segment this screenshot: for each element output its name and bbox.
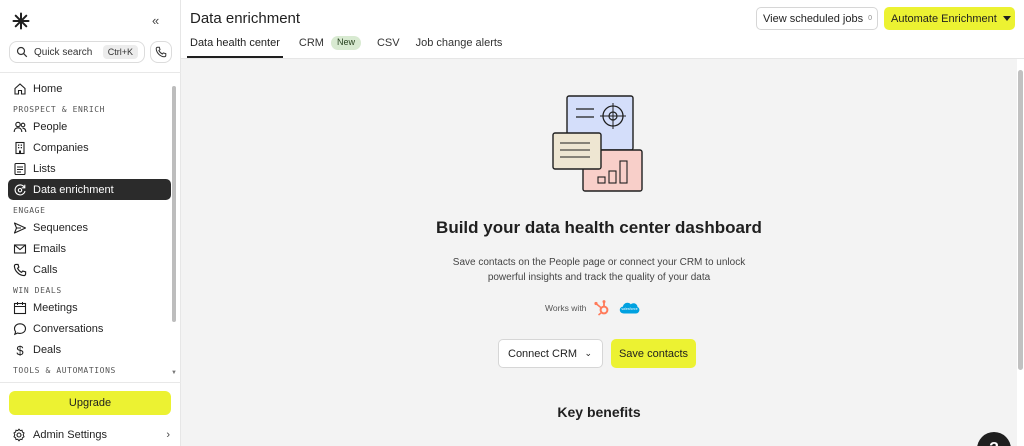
shortcut-badge: Ctrl+K	[102, 45, 138, 59]
tab-job-change-alerts[interactable]: Job change alerts	[416, 37, 503, 58]
view-scheduled-jobs-button[interactable]: View scheduled jobs 0	[756, 7, 878, 30]
tab-label: Data health center	[190, 37, 280, 49]
sidebar-item-meetings[interactable]: Meetings	[8, 297, 171, 318]
tab-csv[interactable]: CSV	[377, 37, 400, 58]
tab-label: Job change alerts	[415, 37, 503, 49]
sidebar-item-companies[interactable]: Companies	[8, 137, 171, 158]
help-icon: ?	[989, 440, 999, 446]
list-icon	[13, 162, 27, 176]
sidebar-item-label: Home	[33, 82, 63, 95]
collapse-sidebar-icon[interactable]: «	[152, 13, 159, 28]
scroll-down-arrow-icon[interactable]: ▼	[171, 370, 177, 376]
main-area: Data enrichment Data health center CRM Ne…	[181, 0, 1024, 446]
automate-enrichment-button[interactable]: Automate Enrichment	[884, 7, 1015, 30]
calendar-icon	[13, 301, 27, 315]
works-with-label: Works with	[545, 303, 587, 313]
gear-icon	[13, 428, 25, 442]
key-benefits-heading: Key benefits	[557, 404, 641, 420]
caret-down-icon	[1002, 16, 1011, 21]
phone-icon	[13, 263, 27, 277]
automate-enrichment-label: Automate Enrichment	[891, 12, 997, 25]
divider	[0, 72, 181, 73]
empty-state-description: Save contacts on the People page or conn…	[452, 257, 746, 283]
sidebar-item-sequences[interactable]: Sequences	[8, 217, 171, 238]
dialer-button[interactable]	[150, 41, 172, 63]
tab-bar: Data health center CRM New CSV Job change…	[187, 36, 518, 58]
sidebar-item-conversations[interactable]: Conversations	[8, 318, 171, 339]
salesforce-icon: salesforce	[620, 302, 640, 314]
svg-text:salesforce: salesforce	[622, 307, 638, 311]
save-contacts-button[interactable]: Save contacts	[611, 339, 696, 368]
section-tools-automations: TOOLS & AUTOMATIONS	[13, 366, 116, 375]
sidebar-item-label: Companies	[33, 141, 89, 154]
sidebar-item-label: Emails	[33, 242, 67, 255]
sidebar-item-label: Lists	[33, 162, 56, 175]
quick-search-label: Quick search	[34, 46, 93, 58]
sidebar-item-calls[interactable]: Calls	[8, 259, 171, 280]
sidebar-item-label: Meetings	[33, 301, 78, 314]
section-engage: ENGAGE	[13, 206, 46, 215]
sidebar-item-label: People	[33, 120, 68, 133]
enrichment-icon	[13, 183, 27, 197]
dashboard-illustration-icon	[552, 95, 643, 192]
sidebar-item-lists[interactable]: Lists	[8, 158, 171, 179]
search-icon	[16, 46, 28, 58]
help-button[interactable]: ?	[977, 432, 1011, 446]
tab-crm[interactable]: CRM New	[298, 36, 361, 58]
send-icon	[13, 221, 27, 235]
sidebar-item-deals[interactable]: $ Deals	[8, 339, 171, 360]
building-icon	[13, 141, 27, 155]
sidebar-item-home[interactable]: Home	[8, 78, 171, 99]
sidebar-item-label: Sequences	[33, 221, 89, 234]
main-scrollbar[interactable]	[1018, 70, 1023, 370]
empty-state-panel: Build your data health center dashboard …	[181, 59, 1017, 446]
asterisk-logo-icon[interactable]	[12, 12, 30, 30]
people-icon	[13, 120, 27, 134]
sidebar: « Quick search Ctrl+K Home PROSPECT & EN…	[0, 0, 181, 446]
divider	[0, 382, 181, 383]
mail-icon	[13, 242, 27, 256]
chevron-right-icon: ›	[166, 429, 170, 441]
tab-label: CRM	[298, 37, 324, 49]
admin-settings-label: Admin Settings	[33, 429, 107, 441]
tab-label: CSV	[376, 37, 400, 49]
new-badge: New	[330, 36, 361, 50]
sidebar-item-data-enrichment[interactable]: Data enrichment	[8, 179, 171, 200]
chat-icon	[13, 322, 27, 336]
sidebar-nav: Home PROSPECT & ENRICH People Companies …	[8, 78, 171, 378]
connect-crm-dropdown[interactable]: Connect CRM ⌄	[498, 339, 603, 368]
connect-crm-label: Connect CRM	[508, 347, 578, 360]
sidebar-item-label: Data enrichment	[33, 183, 114, 196]
dollar-icon: $	[16, 342, 24, 358]
admin-settings-item[interactable]: Admin Settings ›	[12, 426, 170, 444]
quick-search-button[interactable]: Quick search Ctrl+K	[9, 41, 145, 63]
home-icon	[13, 82, 27, 96]
scheduled-jobs-count: 0	[868, 15, 872, 22]
upgrade-button[interactable]: Upgrade	[9, 391, 171, 415]
chevron-down-icon: ⌄	[584, 348, 592, 358]
page-title: Data enrichment	[190, 10, 301, 27]
sidebar-item-people[interactable]: People	[8, 116, 171, 137]
empty-state-heading: Build your data health center dashboard	[436, 218, 762, 237]
sidebar-item-label: Conversations	[33, 322, 104, 335]
tab-data-health-center[interactable]: Data health center	[187, 37, 283, 58]
section-prospect-enrich: PROSPECT & ENRICH	[13, 105, 106, 114]
sidebar-item-emails[interactable]: Emails	[8, 238, 171, 259]
sidebar-scrollbar[interactable]	[172, 86, 176, 322]
sidebar-item-label: Calls	[33, 263, 58, 276]
hubspot-icon	[594, 300, 609, 316]
sidebar-item-label: Deals	[33, 343, 62, 356]
phone-icon	[155, 46, 167, 58]
works-with-row: Works with salesforce	[545, 299, 640, 317]
section-win-deals: WIN DEALS	[13, 286, 62, 295]
view-scheduled-jobs-label: View scheduled jobs	[763, 12, 864, 25]
